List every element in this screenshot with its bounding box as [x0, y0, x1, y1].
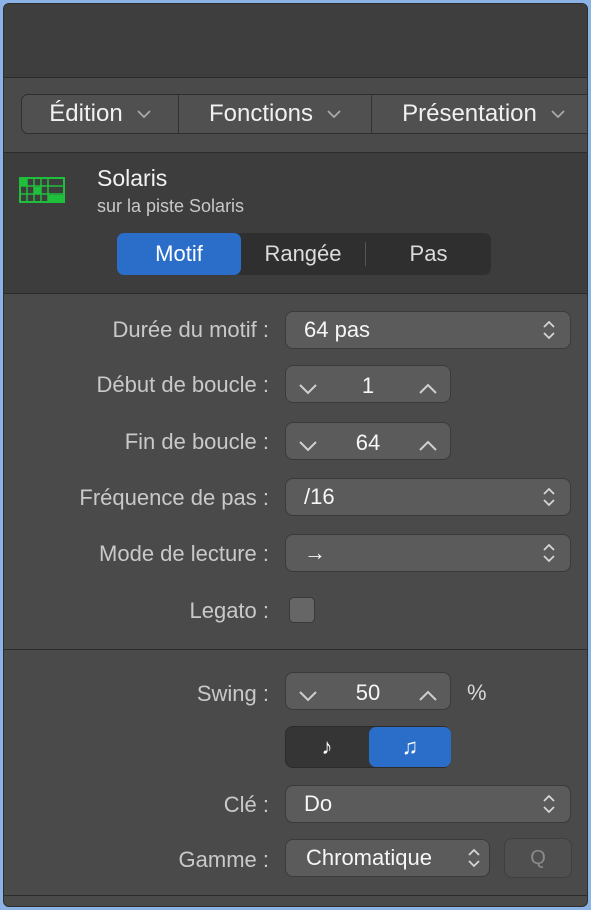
quantize-button[interactable]: Q	[504, 838, 572, 878]
eighth-note-icon: ♪	[321, 734, 333, 759]
title-bar	[4, 4, 587, 78]
playback-mode-popup[interactable]: →	[285, 534, 571, 572]
playback-mode-value: →	[304, 540, 326, 565]
pattern-length-label: Durée du motif :	[112, 317, 269, 342]
sixteenth-note-icon: ♫	[401, 734, 419, 759]
menu-functions[interactable]: Fonctions	[179, 95, 372, 133]
chevron-up-icon[interactable]	[418, 433, 438, 459]
up-down-chevron-icon	[542, 542, 556, 570]
legato-checkbox[interactable]	[289, 597, 315, 623]
region-track-subtitle: sur la piste Solaris	[97, 196, 245, 216]
section-divider	[4, 649, 587, 650]
swing-label: Swing :	[196, 681, 269, 706]
menu-functions-label: Fonctions	[208, 100, 314, 127]
sixteenth-note-button[interactable]: ♫	[369, 727, 451, 767]
up-down-chevron-icon	[542, 486, 556, 514]
menu-edit-label: Édition	[49, 100, 123, 127]
scale-label: Gamme :	[178, 847, 269, 872]
loop-start-stepper: 1	[285, 365, 451, 403]
up-down-chevron-icon	[542, 793, 556, 821]
key-popup[interactable]: Do	[285, 785, 571, 823]
step-rate-label: Fréquence de pas :	[79, 485, 269, 510]
loop-end-label: Fin de boucle :	[124, 429, 269, 454]
tab-step[interactable]: Pas	[366, 233, 491, 275]
inspector-mode-segmented-control: Motif Rangée Pas	[117, 233, 491, 275]
swing-stepper: 50	[285, 672, 451, 710]
swing-unit: %	[467, 680, 487, 705]
pattern-length-value: 64 pas	[304, 317, 371, 342]
quantize-label: Q	[530, 846, 546, 869]
step-rate-value: /16	[304, 484, 335, 509]
chevron-down-icon	[551, 106, 565, 123]
eighth-note-button[interactable]: ♪	[286, 727, 368, 767]
menu-view-label: Présentation	[402, 100, 537, 127]
chevron-down-icon	[327, 106, 341, 123]
key-value: Do	[304, 791, 333, 816]
step-sequencer-grid-icon	[19, 175, 67, 210]
region-header: Solaris sur la piste Solaris Motif Rangé…	[4, 152, 587, 294]
scale-value: Chromatique	[306, 845, 432, 870]
scale-popup[interactable]: Chromatique	[285, 839, 490, 877]
tab-pattern[interactable]: Motif	[117, 233, 241, 275]
legato-label: Legato :	[189, 598, 269, 623]
up-down-chevron-icon	[467, 847, 481, 875]
swing-note-segmented-control: ♪ ♫	[285, 726, 451, 768]
playback-mode-label: Mode de lecture :	[99, 541, 269, 566]
menu-view[interactable]: Présentation	[372, 95, 587, 133]
up-down-chevron-icon	[542, 319, 556, 347]
chevron-up-icon[interactable]	[418, 376, 438, 402]
tab-row-label: Rangée	[264, 241, 342, 266]
menu-edit[interactable]: Édition	[22, 95, 179, 133]
chevron-down-icon	[137, 106, 151, 123]
menu-bar: Édition Fonctions Présentation	[21, 94, 587, 134]
chevron-up-icon[interactable]	[418, 683, 438, 709]
step-rate-popup[interactable]: /16	[285, 478, 571, 516]
loop-end-stepper: 64	[285, 422, 451, 460]
loop-start-label: Début de boucle :	[96, 372, 269, 397]
tab-pattern-label: Motif	[155, 241, 203, 266]
pattern-length-popup[interactable]: 64 pas	[285, 311, 571, 349]
key-label: Clé :	[223, 792, 269, 817]
tab-step-label: Pas	[409, 241, 448, 266]
region-name: Solaris	[97, 165, 168, 191]
tab-row[interactable]: Rangée	[241, 233, 365, 275]
bottom-divider	[4, 895, 587, 896]
inspector-window: Édition Fonctions Présentation Solaris s…	[3, 3, 588, 907]
